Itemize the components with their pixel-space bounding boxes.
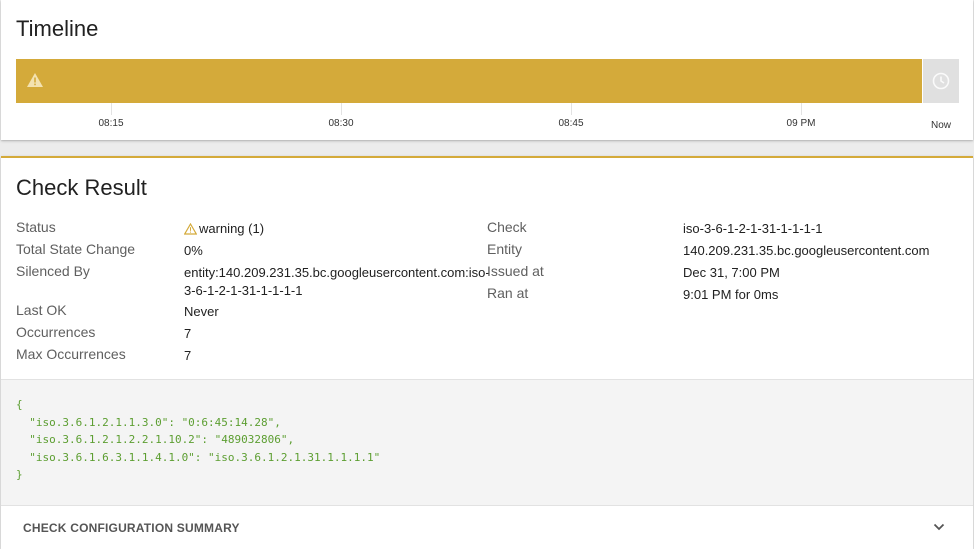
timeline-card: Timeline 08:15 08:30 08:45 09 PM Now [1,0,973,140]
total-state-change-label: Total State Change [16,241,136,257]
clock-icon [932,72,950,95]
check-configuration-summary-toggle[interactable]: CHECK CONFIGURATION SUMMARY [1,505,973,549]
issued-at-label: Issued at [487,263,544,279]
check-output-panel: { "iso.3.6.1.2.1.1.3.0": "0:6:45:14.28",… [1,379,973,506]
timeline-tick-mark [341,103,342,115]
silenced-by-value-line2: 3-6-1-2-1-31-1-1-1-1 [184,283,303,298]
timeline-tick-label: 08:30 [328,118,354,129]
occurrences-label: Occurrences [16,324,96,340]
timeline-status-bar[interactable] [16,59,922,103]
status-label: Status [16,219,56,235]
occurrences-value: 7 [184,326,192,341]
timeline-title: Timeline [16,16,99,41]
entity-label: Entity [487,241,523,257]
ran-at-label: Ran at [487,285,529,301]
warning-icon [26,72,44,93]
check-configuration-summary-label: CHECK CONFIGURATION SUMMARY [23,521,240,535]
timeline-tick-label: 09 PM [786,118,816,129]
check-result-card: Check Result Status warning (1) Total St… [1,156,973,549]
issued-at-value: Dec 31, 7:00 PM [683,265,780,280]
last-ok-label: Last OK [16,302,67,318]
total-state-change-value: 0% [184,243,203,258]
check-output-code: { "iso.3.6.1.2.1.1.3.0": "0:6:45:14.28",… [16,398,381,481]
status-value: warning (1) [183,220,265,240]
last-ok-value: Never [184,304,219,319]
warning-icon [183,222,198,240]
check-value[interactable]: iso-3-6-1-2-1-31-1-1-1-1 [683,220,822,238]
max-occurrences-value: 7 [184,348,192,363]
timeline-now-label: Now [930,120,952,131]
entity-value[interactable]: 140.209.231.35.bc.googleusercontent.com [683,242,929,260]
chevron-down-icon[interactable] [932,520,946,539]
check-result-title: Check Result [16,175,147,200]
ran-at-value: 9:01 PM for 0ms [683,287,779,302]
timeline-tick-mark [111,103,112,115]
silenced-by-value-line1: entity:140.209.231.35.bc.googleuserconte… [184,265,490,280]
timeline-tick-mark [801,103,802,115]
max-occurrences-label: Max Occurrences [16,346,126,362]
timeline-tick-label: 08:45 [558,118,584,129]
silenced-by-label: Silenced By [16,263,90,279]
status-text: warning (1) [199,221,265,236]
check-label: Check [487,219,527,235]
timeline-tick-label: 08:15 [98,118,124,129]
timeline-tick-mark [571,103,572,115]
timeline-now-segment[interactable] [923,59,959,103]
